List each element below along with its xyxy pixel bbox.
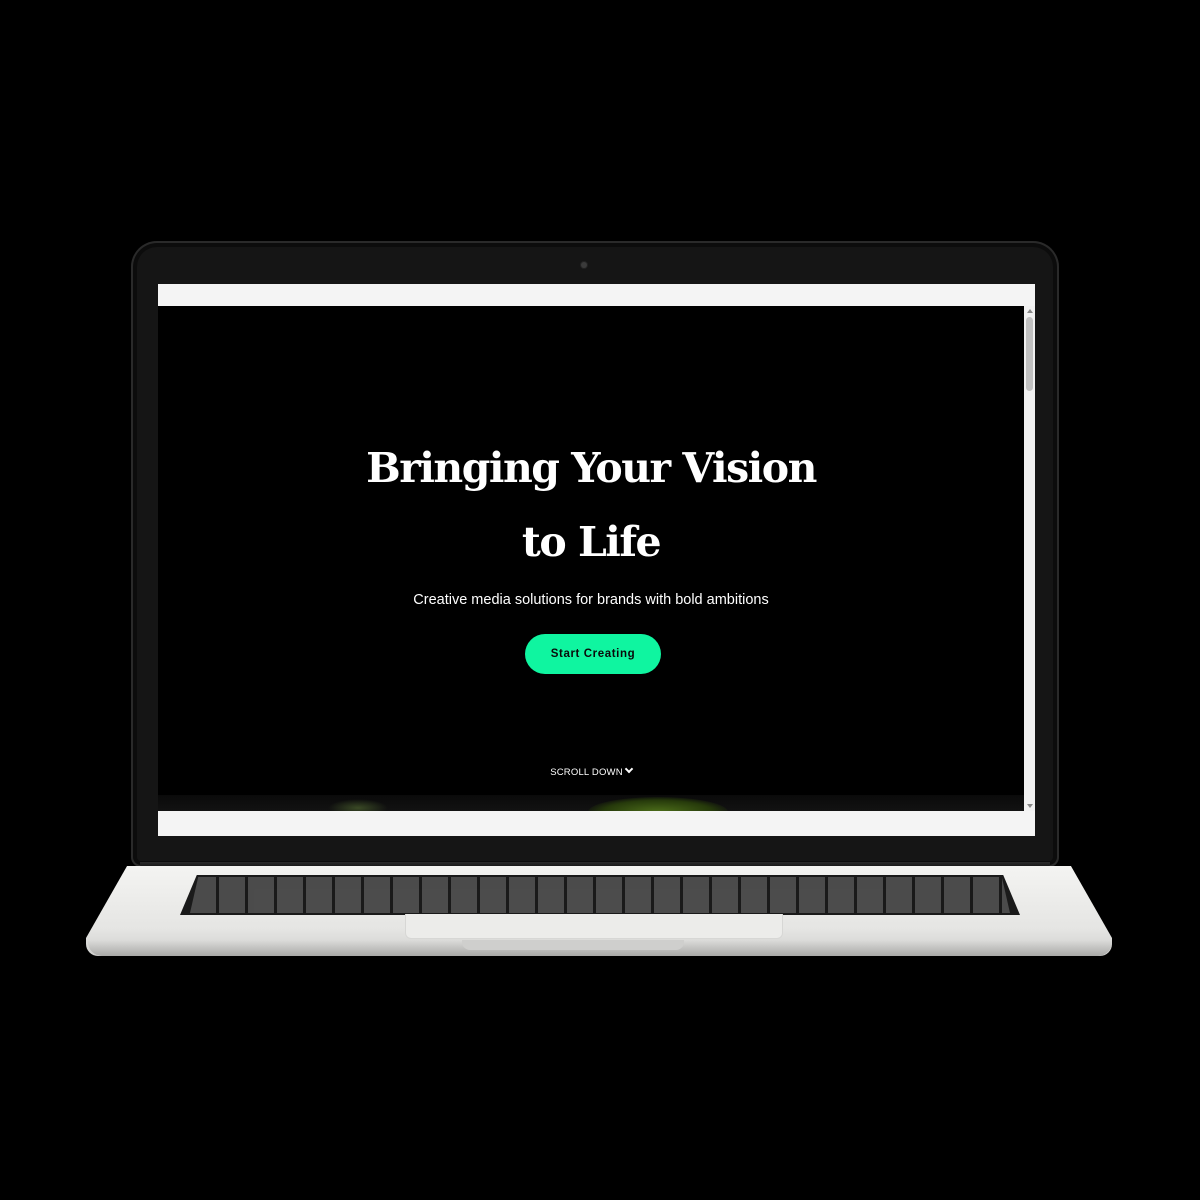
browser-bottom-bar — [158, 811, 1035, 836]
web-page-viewport: Bringing Your Vision to Life Creative me… — [158, 306, 1024, 811]
lid-opening-notch — [462, 940, 684, 950]
start-creating-button[interactable]: Start Creating — [525, 634, 661, 674]
browser-top-bar — [158, 284, 1035, 306]
laptop-screen: Bringing Your Vision to Life Creative me… — [158, 284, 1035, 836]
scrollbar-thumb[interactable] — [1026, 317, 1033, 391]
webcam-icon — [581, 262, 587, 268]
scroll-down-arrow-icon[interactable] — [1027, 804, 1033, 808]
laptop-mockup: Bringing Your Vision to Life Creative me… — [0, 0, 1200, 1200]
trackpad — [405, 914, 783, 939]
vertical-scrollbar[interactable] — [1024, 306, 1035, 811]
scroll-down-link[interactable]: SCROLL DOWN — [158, 764, 1024, 778]
landscape-hill-left — [328, 799, 388, 811]
chevron-down-icon — [624, 764, 634, 774]
keyboard-keys — [190, 877, 1010, 913]
scroll-down-label: SCROLL DOWN — [550, 767, 623, 778]
hero-subtitle: Creative media solutions for brands with… — [413, 592, 769, 608]
hero-title-line-1: Bringing Your Vision — [366, 444, 817, 492]
hero-title-line-2: to Life — [521, 518, 662, 566]
scroll-up-arrow-icon[interactable] — [1027, 309, 1033, 313]
